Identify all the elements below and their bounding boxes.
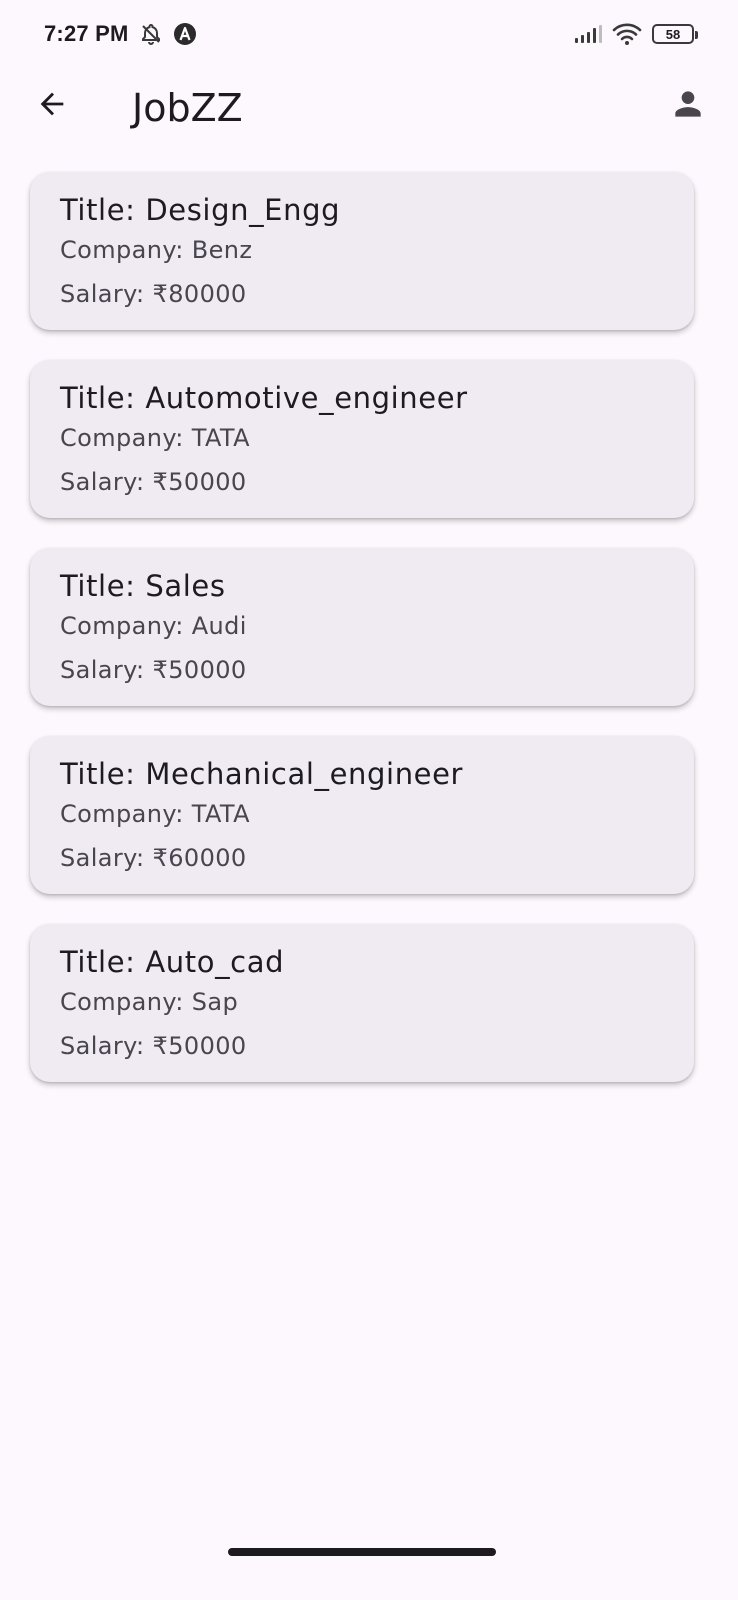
- battery-indicator: 58: [652, 24, 698, 44]
- home-indicator[interactable]: [228, 1548, 496, 1556]
- wifi-icon: [612, 22, 642, 46]
- job-title: Title: Mechanical_engineer: [60, 757, 464, 791]
- arrow-left-icon: [35, 87, 69, 125]
- job-list: Title: Design_Engg Company: Benz Salary:…: [30, 172, 694, 1112]
- job-company: Company: Benz: [60, 236, 253, 264]
- app-bar: JobZZ: [0, 68, 738, 152]
- battery-level: 58: [665, 26, 681, 42]
- job-title: Title: Design_Engg: [60, 193, 341, 227]
- job-company: Company: Sap: [60, 988, 239, 1016]
- job-salary: Salary: ₹50000: [60, 468, 247, 496]
- job-card[interactable]: Title: Design_Engg Company: Benz Salary:…: [30, 172, 694, 330]
- job-company: Company: TATA: [60, 800, 250, 828]
- status-left: 7:27 PM: [44, 21, 197, 47]
- job-company: Company: TATA: [60, 424, 250, 452]
- page-title: JobZZ: [132, 86, 243, 130]
- job-salary: Salary: ₹50000: [60, 656, 247, 684]
- job-company: Company: Audi: [60, 612, 247, 640]
- job-title: Title: Automotive_engineer: [60, 381, 468, 415]
- notifications-off-icon: [139, 22, 163, 46]
- job-card[interactable]: Title: Auto_cad Company: Sap Salary: ₹50…: [30, 924, 694, 1082]
- job-salary: Salary: ₹50000: [60, 1032, 247, 1060]
- job-card[interactable]: Title: Sales Company: Audi Salary: ₹5000…: [30, 548, 694, 706]
- autoplay-a-icon: [173, 22, 197, 46]
- status-bar: 7:27 PM 58: [0, 0, 738, 68]
- back-button[interactable]: [28, 82, 76, 130]
- person-icon: [669, 85, 707, 127]
- signal-icon: [574, 24, 602, 44]
- status-time: 7:27 PM: [44, 21, 129, 46]
- job-title: Title: Sales: [60, 569, 226, 603]
- screen: 7:27 PM 58 JobZZ Title: Design_Engg Comp…: [0, 0, 738, 1600]
- profile-button[interactable]: [664, 82, 712, 130]
- job-card[interactable]: Title: Mechanical_engineer Company: TATA…: [30, 736, 694, 894]
- status-right: 58: [574, 22, 698, 46]
- job-salary: Salary: ₹80000: [60, 280, 247, 308]
- job-title: Title: Auto_cad: [60, 945, 285, 979]
- job-card[interactable]: Title: Automotive_engineer Company: TATA…: [30, 360, 694, 518]
- job-salary: Salary: ₹60000: [60, 844, 247, 872]
